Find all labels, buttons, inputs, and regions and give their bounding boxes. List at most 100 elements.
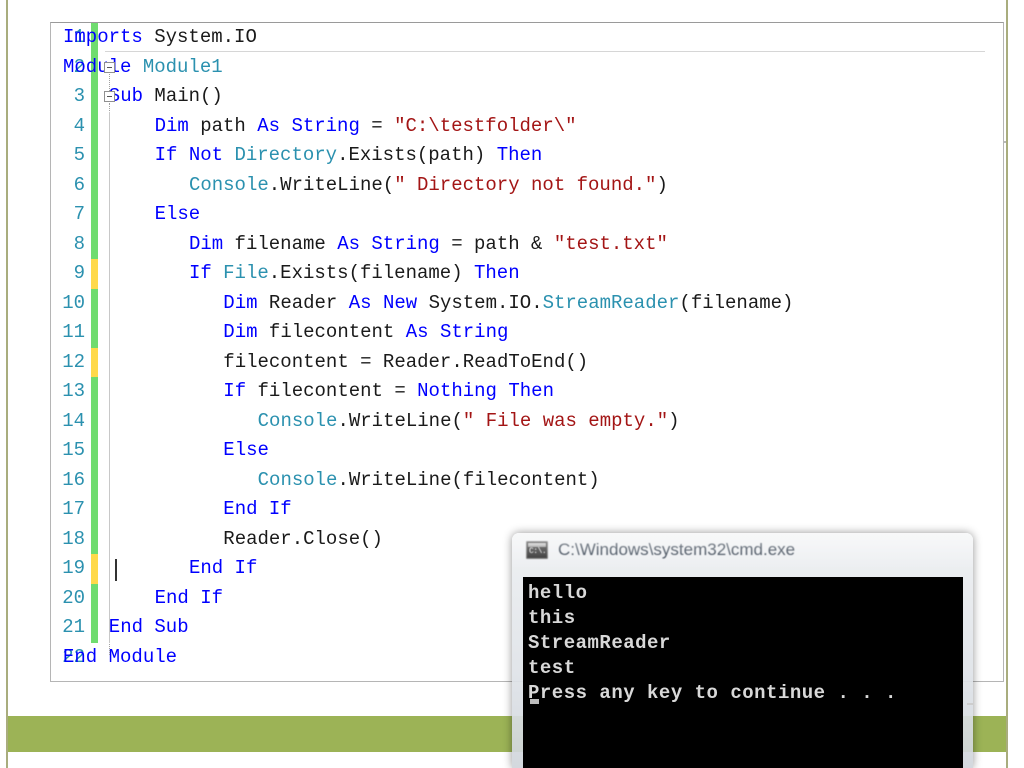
line-number: 11 xyxy=(62,321,85,343)
line-number: 7 xyxy=(73,203,85,225)
code-line[interactable]: 16 Console.WriteLine(filecontent) xyxy=(51,465,1003,495)
code-token: File xyxy=(223,262,269,284)
code-token: If xyxy=(188,262,212,284)
code-line-text: Sub Main() xyxy=(109,82,223,112)
code-line[interactable]: 10 Dim Reader As New System.IO.StreamRead… xyxy=(51,288,1003,319)
code-line[interactable]: 11 Dim filecontent As String xyxy=(51,318,1003,348)
console-output-line: hello xyxy=(528,582,588,604)
code-line[interactable]: 5 If Not Directory.Exists(path) Then xyxy=(51,141,1003,171)
code-token: .WriteLine( xyxy=(268,173,395,196)
indent-guide-sub xyxy=(109,111,110,643)
code-token: " Directory not found." xyxy=(394,173,657,196)
code-token: ) xyxy=(656,173,668,196)
console-title-text: C:\Windows\system32\cmd.exe xyxy=(558,540,796,559)
code-token: End Module xyxy=(63,645,178,668)
code-line[interactable]: 4 Dim path As String = "C:\testfolder\" xyxy=(51,111,1003,141)
fold-toggle-module[interactable] xyxy=(104,61,115,73)
code-line-text: Imports System.IO xyxy=(63,23,257,53)
code-line[interactable]: 13 If filecontent = Nothing Then xyxy=(51,377,1003,407)
code-line[interactable]: 14 Console.WriteLine(" File was empty.") xyxy=(51,406,1003,437)
code-line-text: End If xyxy=(155,584,223,614)
code-line-text: Dim filename As String = path & "test.tx… xyxy=(189,230,668,260)
line-number: 3 xyxy=(73,85,85,107)
code-token: "test.txt" xyxy=(553,232,668,255)
code-line[interactable]: 1 Imports System.IO xyxy=(51,23,1003,53)
code-token: As xyxy=(337,232,360,255)
code-line[interactable]: 12 filecontent = Reader.ReadToEnd() xyxy=(51,347,1003,377)
code-token: Main() xyxy=(143,85,223,107)
change-indicator-bar xyxy=(91,200,98,230)
change-indicator-bar xyxy=(91,613,98,643)
code-token: Else xyxy=(223,439,269,461)
code-token: As xyxy=(348,291,372,314)
line-number: 14 xyxy=(62,409,85,432)
code-token: String xyxy=(439,321,509,343)
code-line[interactable]: 17 End If xyxy=(51,495,1003,525)
code-token: Console xyxy=(257,409,338,432)
code-token: Imports xyxy=(63,26,143,48)
line-number: 18 xyxy=(62,527,85,550)
code-token: Then xyxy=(508,380,554,402)
code-line[interactable]: 3 Sub Main() xyxy=(51,82,1003,112)
code-token: path xyxy=(188,114,258,137)
code-line[interactable]: 7 Else xyxy=(51,200,1003,230)
code-token: If xyxy=(223,380,247,402)
line1-underline xyxy=(105,50,985,52)
code-token: Reader xyxy=(257,291,349,314)
code-line[interactable]: 6 Console.WriteLine(" Directory not found… xyxy=(51,170,1003,200)
console-output-line: StreamReader xyxy=(528,632,671,654)
code-token: End Sub xyxy=(108,616,189,638)
line-number: 12 xyxy=(62,350,85,373)
line-number: 19 xyxy=(62,557,85,579)
code-token: Console xyxy=(257,468,338,491)
code-token: Directory xyxy=(234,144,338,166)
code-token: System.IO. xyxy=(417,291,543,314)
code-token: Then xyxy=(474,262,520,284)
code-line[interactable]: 9 If File.Exists(filename) Then xyxy=(51,259,1003,289)
code-token: .WriteLine( xyxy=(337,409,463,432)
code-token: Dim xyxy=(223,291,258,314)
code-token: Else xyxy=(154,203,201,225)
code-token: Nothing xyxy=(417,380,497,402)
fold-toggle-sub[interactable] xyxy=(104,91,115,102)
code-line[interactable]: 15 Else xyxy=(51,436,1003,466)
code-token: If xyxy=(154,144,178,166)
line-number: 17 xyxy=(62,498,85,520)
code-line-text: Dim Reader As New System.IO.StreamReader… xyxy=(223,289,793,319)
console-output-area[interactable]: hello this StreamReader test Press any key t… xyxy=(523,577,963,768)
code-token: " File was empty." xyxy=(462,409,669,432)
code-token: filecontent = Reader.ReadToEnd() xyxy=(223,350,589,373)
console-edge-divider xyxy=(967,703,973,705)
code-token: As xyxy=(257,114,281,137)
console-title-bar[interactable]: C:\Windows\system32\cmd.exe xyxy=(512,533,973,567)
code-token: Not xyxy=(188,144,224,166)
line-number: 15 xyxy=(62,439,85,461)
cmd-console-window[interactable]: C:\Windows\system32\cmd.exe hello this Str… xyxy=(512,533,973,768)
line-number: 5 xyxy=(73,144,85,166)
code-line-text: If Not Directory.Exists(path) Then xyxy=(155,141,543,171)
change-indicator-bar xyxy=(91,377,98,407)
fold-connector-line xyxy=(109,73,110,91)
change-indicator-bar xyxy=(91,111,98,141)
code-line-text: Console.WriteLine(" File was empty.") xyxy=(258,407,680,437)
change-indicator-bar xyxy=(91,170,98,200)
code-line-text: Reader.Close() xyxy=(223,525,383,555)
code-line[interactable]: 8 Dim filename As String = path & "test.t… xyxy=(51,229,1003,260)
code-line-text: If filecontent = Nothing Then xyxy=(223,377,554,407)
code-token: Module1 xyxy=(142,55,223,78)
code-token: Module xyxy=(63,55,132,78)
code-line[interactable]: 2 Module Module1 xyxy=(51,52,1003,82)
code-token: filename xyxy=(223,232,338,255)
code-token: End If xyxy=(188,557,258,579)
change-indicator-bar xyxy=(91,347,98,377)
line-number: 10 xyxy=(62,291,85,314)
code-token: As xyxy=(405,321,429,343)
code-token: "C:\testfolder\" xyxy=(394,114,577,137)
change-indicator-bar xyxy=(91,583,98,613)
console-output-line: Press any key to continue . . . xyxy=(528,682,897,704)
